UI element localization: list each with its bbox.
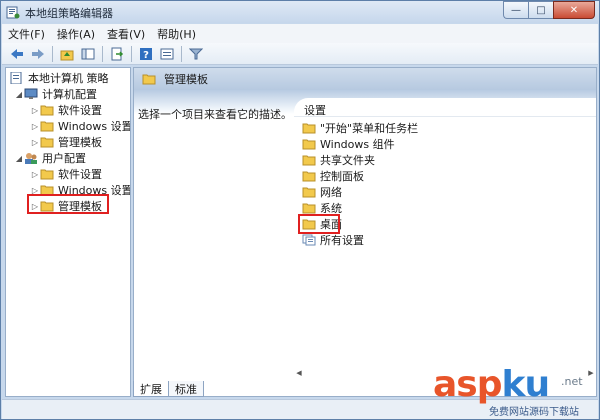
toolbar: ? — [2, 43, 598, 65]
tree-item-label: 计算机配置 — [42, 88, 97, 101]
back-button[interactable] — [8, 45, 26, 63]
folder-icon — [302, 203, 316, 214]
tree-item-label: Windows 设置 — [58, 120, 131, 133]
tree-item-computer-windows-settings[interactable]: ▷ Windows 设置 — [30, 118, 131, 134]
up-folder-icon — [60, 50, 74, 60]
filter-icon — [189, 48, 203, 59]
folder-icon — [40, 137, 54, 148]
policy-icon — [10, 72, 22, 84]
details-header: 管理模板 — [134, 68, 596, 90]
toolbar-separator — [102, 45, 103, 62]
forward-icon — [32, 48, 44, 59]
menu-file[interactable]: 文件(F) — [8, 26, 45, 42]
tree-item-local-computer-policy[interactable]: 本地计算机 策略 — [10, 70, 109, 86]
list-item-label: "开始"菜单和任务栏 — [320, 122, 419, 135]
show-hide-tree-button[interactable] — [79, 45, 97, 63]
properties-button[interactable] — [158, 45, 176, 63]
details-header-title: 管理模板 — [164, 73, 208, 86]
tree-item-label: 软件设置 — [58, 168, 102, 181]
toolbar-separator — [52, 45, 53, 62]
tree-item-label: 软件设置 — [58, 104, 102, 117]
tree-item-label: 本地计算机 策略 — [28, 72, 109, 85]
folder-icon — [302, 187, 316, 198]
filter-button[interactable] — [187, 45, 205, 63]
toolbar-separator — [181, 45, 182, 62]
help-icon: ? — [140, 47, 152, 61]
close-button[interactable]: ✕ — [553, 1, 595, 19]
folder-icon — [40, 121, 54, 132]
scroll-left-icon[interactable]: ◀ — [294, 369, 304, 377]
tree-pane: 本地计算机 策略 ◢ 计算机配置 ▷ 软件设置 ▷ Windows 设置 ▷ 管… — [5, 67, 131, 397]
menu-action[interactable]: 操作(A) — [57, 26, 95, 42]
menu-help[interactable]: 帮助(H) — [157, 26, 196, 42]
list-item-label: Windows 组件 — [320, 138, 395, 151]
description-text: 选择一个项目来查看它的描述。 — [138, 108, 292, 121]
toolbar-separator — [131, 45, 132, 62]
tree-item-label: 用户配置 — [42, 152, 86, 165]
folder-icon — [302, 123, 316, 134]
folder-icon — [302, 139, 316, 150]
column-divider — [294, 116, 596, 117]
list-item-all-settings[interactable]: 所有设置 — [302, 232, 364, 248]
computer-icon — [24, 88, 38, 99]
up-folder-button[interactable] — [58, 45, 76, 63]
folder-icon — [302, 171, 316, 182]
tab-standard[interactable]: 标准 — [168, 381, 204, 397]
tree-item-user-software-settings[interactable]: ▷ 软件设置 — [30, 166, 102, 182]
list-item-control-panel[interactable]: 控制面板 — [302, 168, 364, 184]
red-highlight-box — [27, 194, 109, 214]
back-icon — [11, 48, 23, 59]
scroll-track[interactable] — [304, 371, 586, 375]
export-list-button[interactable] — [108, 45, 126, 63]
title-bar: 本地组策略编辑器 — □ ✕ — [1, 1, 599, 23]
list-item-label: 共享文件夹 — [320, 154, 375, 167]
list-item-label: 所有设置 — [320, 234, 364, 247]
list-item-shared-folders[interactable]: 共享文件夹 — [302, 152, 375, 168]
forward-button[interactable] — [29, 45, 47, 63]
menu-view[interactable]: 查看(V) — [107, 26, 145, 42]
status-bar — [2, 399, 598, 419]
collapsed-arrow-icon[interactable]: ▷ — [30, 138, 40, 147]
help-button[interactable]: ? — [137, 45, 155, 63]
scroll-right-icon[interactable]: ▶ — [586, 369, 596, 377]
folder-icon — [40, 105, 54, 116]
tree-item-label: 管理模板 — [58, 136, 102, 149]
collapsed-arrow-icon[interactable]: ▷ — [30, 170, 40, 179]
folder-icon — [40, 169, 54, 180]
svg-text:?: ? — [143, 50, 149, 61]
maximize-button[interactable]: □ — [528, 1, 553, 19]
expanded-arrow-icon[interactable]: ◢ — [14, 90, 24, 99]
collapsed-arrow-icon[interactable]: ▷ — [30, 122, 40, 131]
menu-bar: 文件(F) 操作(A) 查看(V) 帮助(H) — [2, 24, 598, 43]
expanded-arrow-icon[interactable]: ◢ — [14, 154, 24, 163]
tab-extended[interactable]: 扩展 — [133, 381, 169, 397]
policy-editor-icon — [6, 6, 20, 19]
list-item-label: 控制面板 — [320, 170, 364, 183]
tree-item-user-config[interactable]: ◢ 用户配置 — [14, 150, 86, 166]
red-highlight-box — [298, 214, 340, 234]
user-icon — [25, 153, 37, 164]
tree-item-computer-admin-templates[interactable]: ▷ 管理模板 — [30, 134, 102, 150]
list-item-label: 网络 — [320, 186, 342, 199]
collapsed-arrow-icon[interactable]: ▷ — [30, 106, 40, 115]
folder-icon — [302, 155, 316, 166]
show-hide-tree-icon — [81, 48, 95, 59]
export-list-icon — [111, 47, 124, 60]
list-item-windows-components[interactable]: Windows 组件 — [302, 136, 395, 152]
window-title: 本地组策略编辑器 — [25, 7, 113, 20]
list-item-start-menu-taskbar[interactable]: "开始"菜单和任务栏 — [302, 120, 418, 136]
list-item-network[interactable]: 网络 — [302, 184, 342, 200]
properties-icon — [160, 48, 174, 59]
details-pane: 管理模板 选择一个项目来查看它的描述。 设置 "开始"菜单和任务栏 Window… — [133, 67, 597, 397]
caption-buttons: — □ ✕ — [503, 1, 595, 19]
window: 本地组策略编辑器 — □ ✕ 文件(F) 操作(A) 查看(V) 帮助(H) ?… — [0, 0, 600, 420]
folder-icon — [142, 74, 156, 85]
tree-item-computer-software-settings[interactable]: ▷ 软件设置 — [30, 102, 102, 118]
view-tabs: 扩展 标准 — [133, 381, 204, 397]
horizontal-scrollbar[interactable]: ◀ ▶ — [294, 368, 596, 378]
tree-item-computer-config[interactable]: ◢ 计算机配置 — [14, 86, 97, 102]
settings-list: 设置 "开始"菜单和任务栏 Windows 组件 共享文件夹 控制面板 网络 系… — [294, 98, 596, 378]
minimize-button[interactable]: — — [503, 1, 528, 19]
all-settings-icon — [302, 234, 316, 246]
